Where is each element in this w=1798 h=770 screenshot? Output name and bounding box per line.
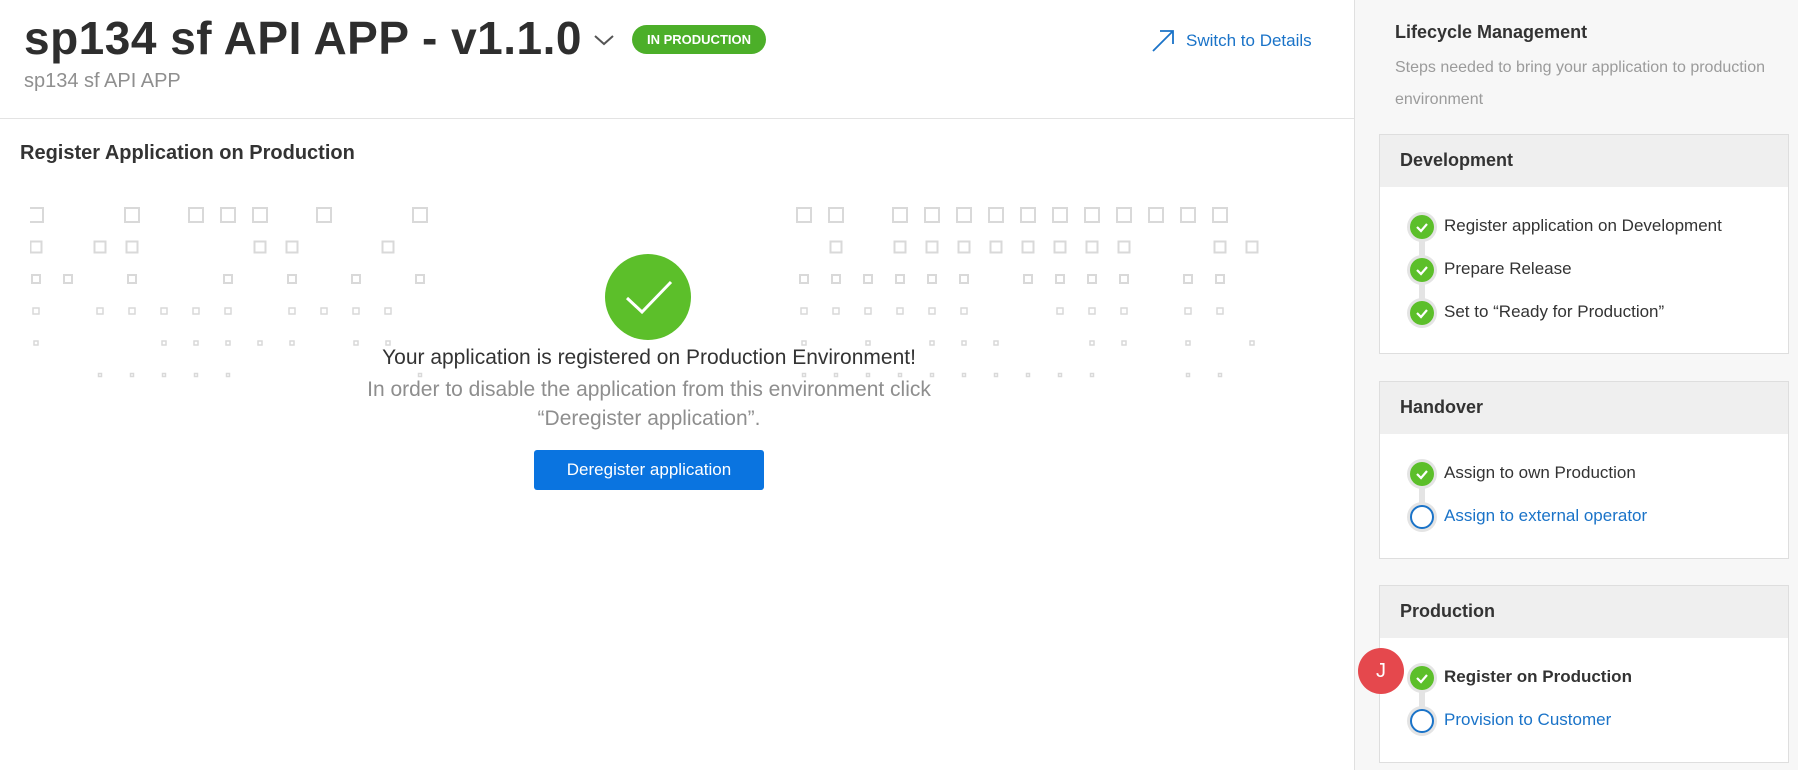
page-title: sp134 sf API APP - v1.1.0 bbox=[24, 12, 582, 64]
step-label: Register application on Development bbox=[1444, 216, 1722, 235]
card-development: Development Register application on Deve… bbox=[1379, 134, 1789, 354]
empty-circle-icon bbox=[1410, 505, 1434, 529]
card-production: Production Register on Production Provis… bbox=[1379, 585, 1789, 763]
step-label: Register on Production bbox=[1444, 667, 1632, 686]
empty-circle-icon bbox=[1410, 709, 1434, 733]
main-panel: sp134 sf API APP - v1.1.0 IN PRODUCTION … bbox=[0, 0, 1354, 770]
step-assign-own-production: Assign to own Production bbox=[1380, 454, 1788, 497]
check-circle-icon bbox=[1410, 462, 1434, 486]
info-message: In order to disable the application from… bbox=[0, 375, 1298, 433]
step-label: Assign to own Production bbox=[1444, 463, 1636, 482]
success-check-icon bbox=[605, 254, 691, 340]
app-root: sp134 sf API APP - v1.1.0 IN PRODUCTION … bbox=[0, 0, 1798, 770]
step-assign-external-operator[interactable]: Assign to external operator bbox=[1380, 497, 1788, 540]
step-register-production: Register on Production bbox=[1380, 658, 1788, 701]
check-circle-icon bbox=[1410, 215, 1434, 239]
card-title: Development bbox=[1380, 135, 1788, 187]
step-label: Prepare Release bbox=[1444, 259, 1572, 278]
switch-to-details-link[interactable]: Switch to Details bbox=[1150, 28, 1312, 54]
step-list: Register application on Development Prep… bbox=[1380, 187, 1788, 336]
switch-to-details-label: Switch to Details bbox=[1186, 31, 1312, 50]
status-badge: IN PRODUCTION bbox=[632, 25, 766, 54]
arrow-up-right-icon bbox=[1152, 30, 1174, 52]
card-title: Production bbox=[1380, 586, 1788, 638]
card-handover: Handover Assign to own Production Assign… bbox=[1379, 381, 1789, 559]
lifecycle-sidebar: Lifecycle Management Steps needed to bri… bbox=[1354, 0, 1798, 770]
info-line-1: In order to disable the application from… bbox=[367, 378, 931, 401]
step-label: Set to “Ready for Production” bbox=[1444, 302, 1665, 321]
step-provision-customer[interactable]: Provision to Customer bbox=[1380, 701, 1788, 744]
step-link[interactable]: Provision to Customer bbox=[1444, 710, 1611, 730]
page-subtitle: sp134 sf API APP bbox=[24, 70, 181, 92]
deregister-button[interactable]: Deregister application bbox=[534, 450, 764, 490]
section-title: Register Application on Production bbox=[20, 142, 355, 164]
step-list: Assign to own Production Assign to exter… bbox=[1380, 434, 1788, 540]
step-register-development: Register application on Development bbox=[1380, 207, 1788, 250]
sidebar-title: Lifecycle Management bbox=[1395, 22, 1588, 42]
sidebar-description: Steps needed to bring your application t… bbox=[1395, 59, 1766, 108]
step-list: Register on Production Provision to Cust… bbox=[1380, 638, 1788, 744]
app-header: sp134 sf API APP - v1.1.0 IN PRODUCTION … bbox=[0, 0, 1354, 119]
step-ready-for-production: Set to “Ready for Production” bbox=[1380, 293, 1788, 336]
avatar[interactable]: J bbox=[1358, 648, 1404, 694]
check-circle-icon bbox=[1410, 666, 1434, 690]
check-circle-icon bbox=[1410, 258, 1434, 282]
info-line-2: “Deregister application”. bbox=[537, 407, 761, 430]
card-title: Handover bbox=[1380, 382, 1788, 434]
success-message: Your application is registered on Produc… bbox=[382, 346, 916, 369]
step-link[interactable]: Assign to external operator bbox=[1444, 506, 1647, 526]
check-circle-icon bbox=[1410, 301, 1434, 325]
step-prepare-release: Prepare Release bbox=[1380, 250, 1788, 293]
chevron-down-icon[interactable] bbox=[592, 28, 616, 52]
